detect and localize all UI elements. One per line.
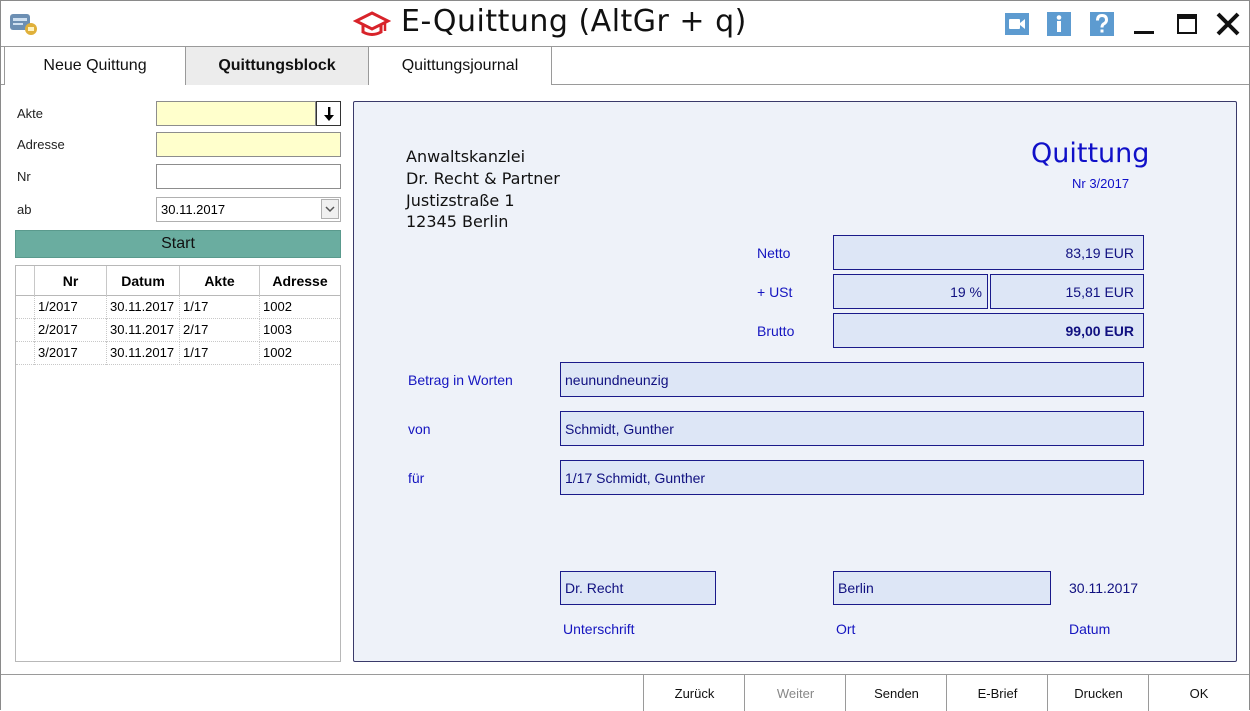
table-row[interactable]: 2/2017 30.11.2017 2/17 1003 xyxy=(16,319,340,342)
receipt-number: Nr 3/2017 xyxy=(1072,176,1130,191)
ort-label: Ort xyxy=(836,621,856,637)
quittungen-table: Nr Datum Akte Adresse 1/2017 30.11.2017 … xyxy=(15,265,341,662)
nr-input[interactable] xyxy=(156,164,341,189)
nr-label: Nr xyxy=(17,169,31,184)
tab-bar: Neue Quittung Quittungsblock Quittungsjo… xyxy=(1,46,1249,85)
cell-akte: 2/17 xyxy=(180,319,260,342)
sender-line-3: Justizstraße 1 xyxy=(406,191,515,210)
tab-neue-quittung[interactable]: Neue Quittung xyxy=(4,47,186,85)
help-icon[interactable] xyxy=(1089,11,1115,37)
cell-adresse: 1002 xyxy=(263,345,292,360)
sender-line-2: Dr. Recht & Partner xyxy=(406,169,560,188)
netto-label: Netto xyxy=(757,245,791,261)
app-icon xyxy=(9,11,39,37)
row-selector-header xyxy=(16,266,35,296)
column-header-datum[interactable]: Datum xyxy=(107,266,180,296)
adresse-label: Adresse xyxy=(17,137,65,152)
unterschrift-field[interactable]: Dr. Recht xyxy=(560,571,716,605)
akte-input[interactable] xyxy=(156,101,316,126)
datum-label: Datum xyxy=(1069,621,1111,637)
cell-nr: 2/2017 xyxy=(35,319,107,342)
chevron-down-icon xyxy=(325,205,335,212)
akte-label: Akte xyxy=(17,106,44,121)
cell-datum: 30.11.2017 xyxy=(107,296,180,319)
maximize-icon[interactable] xyxy=(1172,9,1202,39)
ort-field[interactable]: Berlin xyxy=(833,571,1051,605)
table-row[interactable]: 3/2017 30.11.2017 1/17 1002 xyxy=(16,342,340,365)
tab-quittungsjournal[interactable]: Quittungsjournal xyxy=(369,47,552,85)
unterschrift-label: Unterschrift xyxy=(563,621,635,637)
cell-adresse: 1002 xyxy=(263,299,292,314)
cell-nr: 3/2017 xyxy=(35,342,107,365)
datum-value: 30.11.2017 xyxy=(1069,580,1139,596)
betrag-in-worten-field[interactable]: neunundneunzig xyxy=(560,362,1144,397)
cell-nr: 1/2017 xyxy=(35,296,107,319)
weiter-button[interactable]: Weiter xyxy=(744,675,846,711)
arrow-down-icon xyxy=(323,106,334,121)
ab-label: ab xyxy=(17,202,32,217)
ust-amount-field[interactable]: 15,81 EUR xyxy=(990,274,1144,309)
ust-label: + USt xyxy=(757,284,793,300)
e-brief-button[interactable]: E-Brief xyxy=(946,675,1048,711)
drucken-button[interactable]: Drucken xyxy=(1047,675,1149,711)
fuer-label: für xyxy=(408,470,425,486)
brutto-field[interactable]: 99,00 EUR xyxy=(833,313,1144,348)
minimize-icon[interactable] xyxy=(1129,9,1159,39)
start-button[interactable]: Start xyxy=(15,230,341,258)
sender-line-4: 12345 Berlin xyxy=(406,212,509,231)
info-icon[interactable] xyxy=(1046,11,1072,37)
ab-date-select[interactable]: 30.11.2017 xyxy=(156,197,341,222)
cell-datum: 30.11.2017 xyxy=(107,342,180,365)
fuer-field[interactable]: 1/17 Schmidt, Gunther xyxy=(560,460,1144,495)
column-header-adresse[interactable]: Adresse xyxy=(260,266,340,296)
sender-line-1: Anwaltskanzlei xyxy=(406,147,526,166)
ust-rate-field[interactable]: 19 % xyxy=(833,274,988,309)
zurueck-button[interactable]: Zurück xyxy=(643,675,745,711)
cell-akte: 1/17 xyxy=(180,342,260,365)
row-selector[interactable] xyxy=(16,319,35,342)
adresse-input[interactable] xyxy=(156,132,341,157)
von-label: von xyxy=(408,421,431,437)
brutto-label: Brutto xyxy=(757,323,795,339)
netto-field[interactable]: 83,19 EUR xyxy=(833,235,1144,270)
von-field[interactable]: Schmidt, Gunther xyxy=(560,411,1144,446)
button-bar: Zurück Weiter Senden E-Brief Drucken OK xyxy=(1,674,1249,711)
column-header-akte[interactable]: Akte xyxy=(180,266,260,296)
title-bar: E-Quittung (AltGr + q) xyxy=(1,1,1249,47)
betrag-in-worten-label: Betrag in Worten xyxy=(408,372,513,388)
ab-dropdown-button[interactable] xyxy=(321,199,339,219)
close-icon[interactable] xyxy=(1213,9,1243,39)
akte-dropdown-button[interactable] xyxy=(316,101,341,126)
e-quittung-window: E-Quittung (AltGr + q) Neue Quittung Qui… xyxy=(0,0,1250,711)
cell-adresse: 1003 xyxy=(263,322,292,337)
senden-button[interactable]: Senden xyxy=(845,675,947,711)
cell-akte: 1/17 xyxy=(180,296,260,319)
row-selector[interactable] xyxy=(16,342,35,365)
window-title: E-Quittung (AltGr + q) xyxy=(401,4,747,39)
video-icon[interactable] xyxy=(1004,11,1030,37)
table-header: Nr Datum Akte Adresse xyxy=(16,266,340,296)
column-header-nr[interactable]: Nr xyxy=(35,266,107,296)
table-row[interactable]: 1/2017 30.11.2017 1/17 1002 xyxy=(16,296,340,319)
graduation-cap-icon[interactable] xyxy=(352,9,392,39)
ok-button[interactable]: OK xyxy=(1148,675,1249,711)
tab-quittungsblock[interactable]: Quittungsblock xyxy=(186,47,369,85)
receipt-title: Quittung xyxy=(1031,138,1150,169)
cell-datum: 30.11.2017 xyxy=(107,319,180,342)
row-selector[interactable] xyxy=(16,296,35,319)
